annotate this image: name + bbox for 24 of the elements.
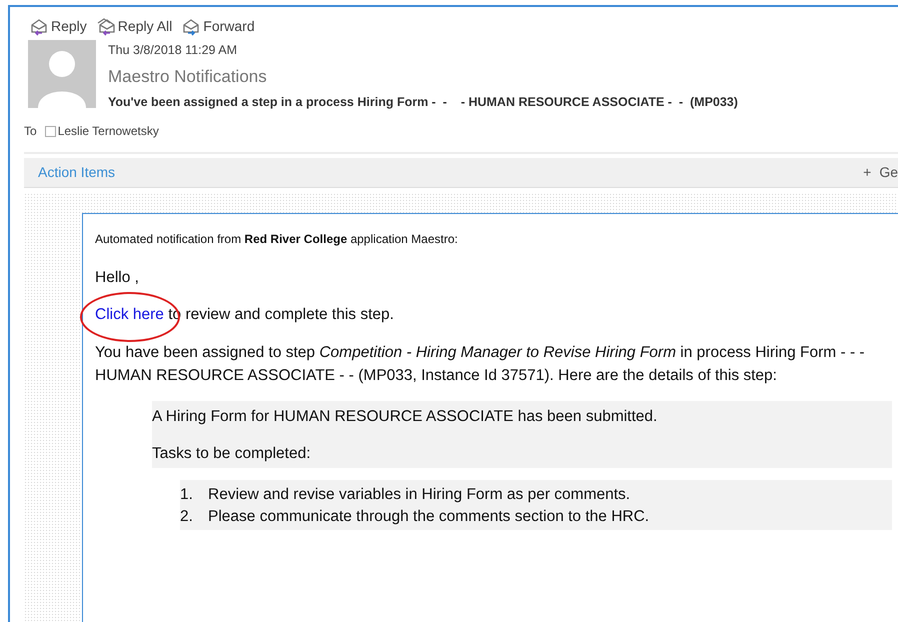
plus-icon[interactable]: + (863, 162, 872, 183)
forward-button[interactable]: Forward (182, 13, 255, 40)
task-text: Please communicate through the comments section to the HRC. (208, 506, 650, 527)
reply-button[interactable]: Reply (30, 13, 87, 40)
subject-line: You've been assigned a step in a process Hiring Form - - - HUMAN RESOURCE ASSOCIATE - - (MP033) (108, 94, 738, 112)
submitted-message: A Hiring Form for HUMAN RESOURCE ASSOCIATE has been submitted. (152, 407, 658, 427)
reply-all-button[interactable]: Reply All (96, 13, 172, 40)
sender-name: Maestro Notifications (108, 66, 268, 88)
tasks-heading: Tasks to be completed: (152, 444, 312, 464)
checkbox-icon (44, 126, 56, 136)
greeting-text: Hello , (95, 268, 140, 288)
to-label: To (24, 123, 37, 140)
sent-date: Thu 3/8/2018 11:29 AM (108, 42, 238, 59)
review-link[interactable]: Click here (95, 306, 164, 324)
reply-icon (30, 17, 48, 36)
list-number: 1. (180, 484, 194, 504)
task-text: Review and revise variables in Hiring Form as per comments. (208, 484, 630, 504)
recipient-name[interactable]: Leslie Ternowetsky (58, 122, 159, 140)
forward-icon (182, 17, 200, 36)
reply-all-icon (96, 17, 115, 36)
details-paragraph: You have been assigned to step Competition - Hiring Manager to Revise Hiring Form in process Hiring Form - - - HUMAN RESOURCE ASSOCIATE - - (MP033, Instance Id 37571). Here are the details of this step: (95, 342, 866, 386)
intro-text: Automated notification from Red River College application Maestro: (95, 231, 459, 248)
list-number: 2. (180, 506, 194, 527)
get-add-ins-link[interactable]: Ge (879, 162, 898, 183)
